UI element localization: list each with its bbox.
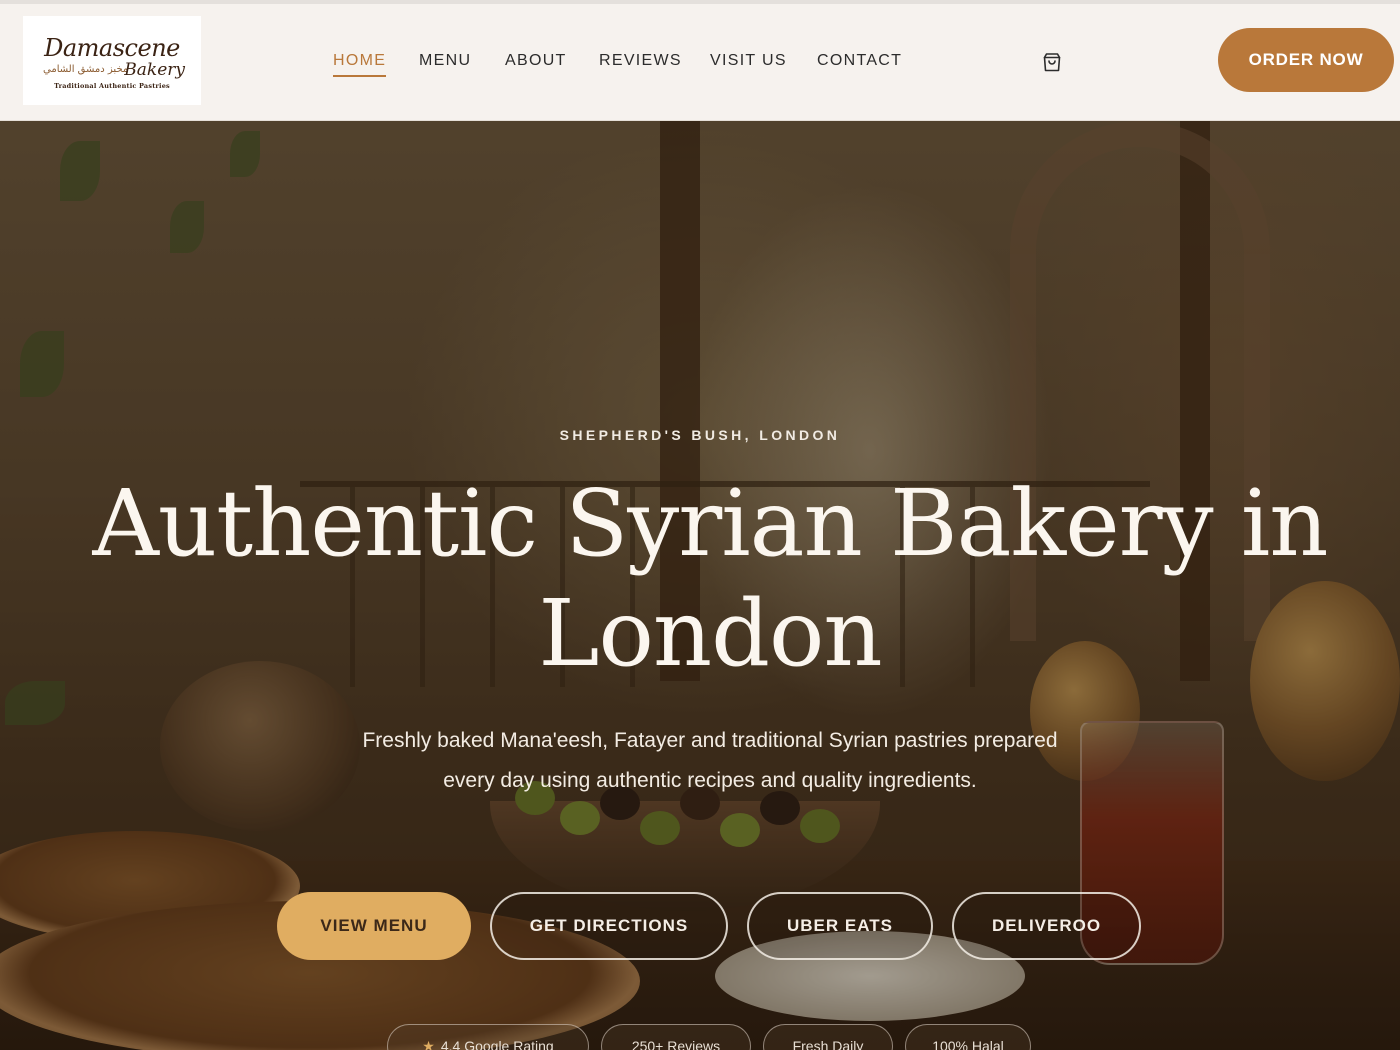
- halal-label: 100% Halal: [932, 1038, 1004, 1050]
- nav-reviews[interactable]: REVIEWS: [599, 52, 682, 70]
- nav-home[interactable]: HOME: [333, 52, 387, 77]
- star-icon: ★: [422, 1037, 435, 1050]
- site-header: Damascene مخبز دمشق الشامي Bakery Tradit…: [0, 4, 1400, 121]
- nav-visit-us[interactable]: VISIT US: [710, 52, 787, 70]
- uber-eats-button[interactable]: UBER EATS: [747, 892, 933, 960]
- hero-location-kicker: SHEPHERD'S BUSH, LONDON: [559, 427, 841, 443]
- hero-section: SHEPHERD'S BUSH, LONDON Authentic Syrian…: [0, 121, 1400, 1050]
- nav-contact[interactable]: CONTACT: [817, 52, 902, 70]
- fresh-daily-badge: Fresh Daily: [763, 1024, 893, 1050]
- get-directions-button[interactable]: GET DIRECTIONS: [490, 892, 728, 960]
- order-now-button[interactable]: ORDER NOW: [1218, 28, 1394, 92]
- bakery-logo[interactable]: Damascene مخبز دمشق الشامي Bakery Tradit…: [23, 16, 201, 105]
- halal-badge: 100% Halal: [905, 1024, 1031, 1050]
- nav-menu[interactable]: MENU: [419, 52, 471, 70]
- logo-wordmark: Damascene: [44, 34, 180, 62]
- deliveroo-button[interactable]: DELIVEROO: [952, 892, 1141, 960]
- fresh-daily-label: Fresh Daily: [792, 1038, 864, 1050]
- reviews-count-label: 250+ Reviews: [631, 1038, 721, 1050]
- logo-tagline: Traditional Authentic Pastries: [54, 82, 170, 90]
- google-rating-badge: ★ 4.4 Google Rating: [387, 1024, 589, 1050]
- reviews-count-badge: 250+ Reviews: [601, 1024, 751, 1050]
- hero-subtitle: Freshly baked Mana'eesh, Fatayer and tra…: [362, 729, 1058, 792]
- hero-title: Authentic Syrian Bakery in London: [92, 470, 1328, 687]
- shopping-bag-icon[interactable]: [1040, 50, 1064, 74]
- google-rating-label: 4.4 Google Rating: [440, 1038, 554, 1050]
- logo-wordmark-secondary: Bakery: [124, 60, 185, 80]
- nav-about[interactable]: ABOUT: [505, 52, 567, 70]
- view-menu-button[interactable]: VIEW MENU: [277, 892, 471, 960]
